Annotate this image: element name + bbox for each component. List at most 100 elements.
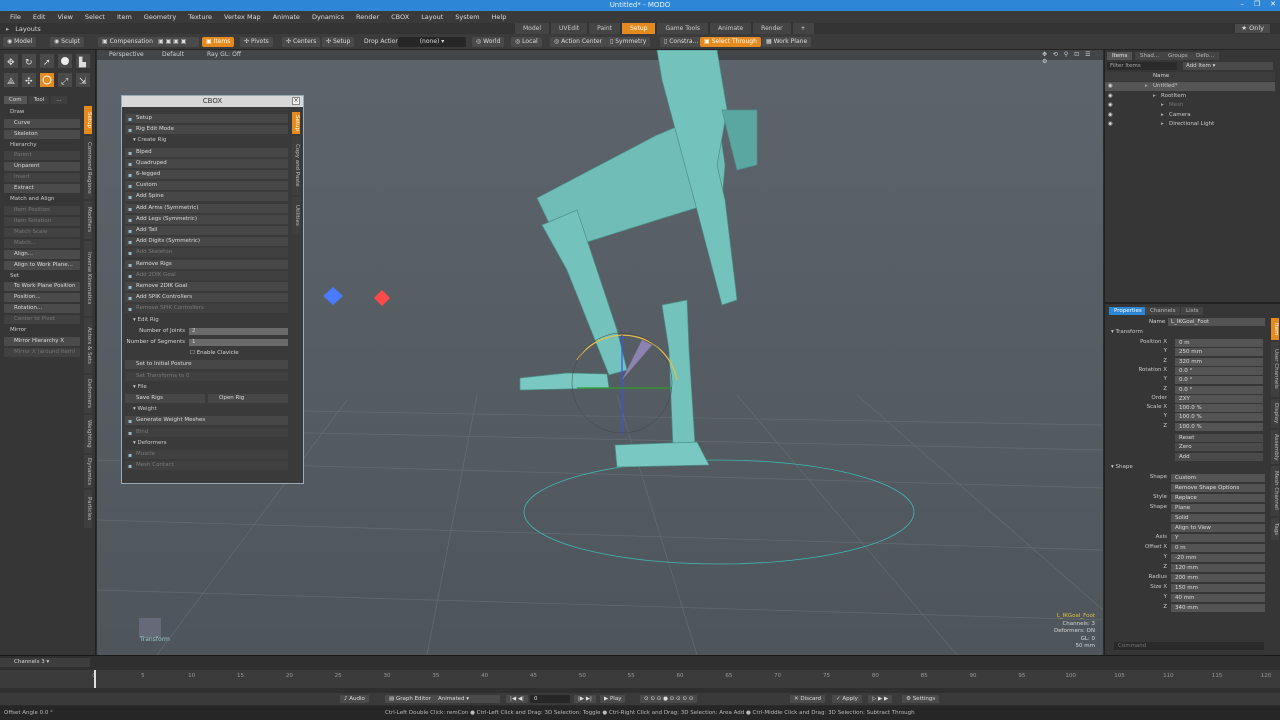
left-vtab-weighting[interactable]: Weighting — [84, 414, 92, 453]
shape-field-plane[interactable]: Plane — [1171, 504, 1265, 512]
transform-reset-button[interactable]: Reset — [1175, 434, 1263, 442]
tree-expand-icon[interactable]: ▸ — [1153, 92, 1156, 101]
cbox-button-quadruped[interactable]: ▪ Quadruped — [125, 158, 288, 168]
cbox-button-add-tail[interactable]: ▪ Add Tail — [125, 226, 288, 235]
menu-animate[interactable]: Animate — [267, 11, 306, 23]
props-vtab-mesh-channel[interactable]: Mesh Channel — [1271, 465, 1279, 516]
cbox-button-remove-2dik-goal[interactable]: ▪ Remove 2DIK Goal — [125, 282, 288, 291]
local-button[interactable]: ◎ Local — [511, 37, 542, 47]
drop-action-select[interactable]: (none) ▾ — [398, 37, 466, 47]
settings-button[interactable]: ⚙ Settings — [902, 695, 940, 703]
left-section-draw[interactable]: Draw — [4, 108, 80, 116]
maximize-icon[interactable]: ❐ — [1254, 0, 1260, 11]
tree-item-directional-light[interactable]: ◉ ▸ Directional Light — [1105, 120, 1275, 129]
channels-dropdown[interactable]: Channels 3 ▾ — [0, 658, 90, 667]
layout-tab-model[interactable]: Model — [515, 23, 550, 34]
tree-expand-icon[interactable]: ▸ — [1161, 111, 1164, 120]
left-button-item-rotation[interactable]: Item Rotation — [4, 216, 80, 226]
menu-texture[interactable]: Texture — [182, 11, 218, 23]
menu-layout[interactable]: Layout — [415, 11, 449, 23]
left-tab-item[interactable]: ... — [51, 96, 67, 104]
command-field[interactable]: Command — [1114, 642, 1264, 650]
cbox-vtab-setup[interactable]: Setup — [292, 112, 300, 134]
layouts-icon[interactable]: ▸ — [6, 25, 9, 33]
left-button-position[interactable]: Position... — [4, 293, 80, 302]
compensation-button[interactable]: ▣ Compensation — [98, 37, 157, 47]
transform-zero-button[interactable]: Zero — [1175, 443, 1263, 452]
item-tab-items[interactable]: Items — [1107, 52, 1133, 60]
model-mode-button[interactable]: ◉ Model — [3, 37, 37, 47]
animated-select[interactable]: Animated ▾ — [434, 695, 500, 703]
left-button-parent[interactable]: Parent — [4, 151, 80, 160]
props-tab-lists[interactable]: Lists — [1181, 307, 1204, 315]
tree-expand-icon[interactable]: ▸ — [1161, 120, 1164, 129]
cbox-button-custom[interactable]: ▪ Custom — [125, 181, 288, 191]
cbox-button-save-rigs[interactable]: Save Rigs — [125, 394, 205, 403]
pivots-mode-button[interactable]: ✣ Pivots — [240, 37, 273, 47]
menu-select[interactable]: Select — [79, 11, 111, 23]
items-mode-button[interactable]: ▣ Items — [202, 37, 235, 47]
visibility-eye-icon[interactable]: ◉ — [1108, 101, 1113, 110]
prop-field-rotation-x[interactable]: 0.0 ° — [1175, 366, 1263, 375]
left-button-unparent[interactable]: Unparent — [4, 162, 80, 171]
audio-button[interactable]: ♪ Audio — [340, 695, 369, 703]
left-button-item-position[interactable]: Item Position — [4, 205, 80, 215]
symmetry-button[interactable]: ▯ Symmetry — [606, 37, 651, 47]
cbox-button-add-2dik-goal[interactable]: ▪ Add 2DIK Goal — [125, 270, 288, 280]
cbox-button-mesh-contact[interactable]: ▪ Mesh Contact — [125, 461, 288, 471]
prop-field-y[interactable]: 0.0 ° — [1175, 376, 1263, 385]
menu-cbox[interactable]: CBOX — [385, 11, 415, 23]
sculpt-mode-button[interactable]: ◉ Sculpt — [50, 37, 84, 47]
setup-mode-button[interactable]: ✣ Setup — [322, 37, 355, 47]
prop-field-z[interactable]: 0.0 ° — [1175, 385, 1263, 394]
left-button-center-to-pivot[interactable]: Center to Pivot — [4, 315, 80, 324]
left-vtab-modifiers[interactable]: Modifiers — [84, 201, 92, 239]
item-tab-groups[interactable]: Groups — [1163, 52, 1193, 60]
panel-divider[interactable] — [1105, 302, 1280, 304]
menu-vertex-map[interactable]: Vertex Map — [218, 11, 267, 23]
layout-tab-animate[interactable]: Animate — [710, 23, 752, 34]
tree-item-mesh[interactable]: ◉ ▸ Mesh — [1105, 101, 1275, 110]
layout-tab-setup[interactable]: Setup — [622, 23, 656, 34]
cbox-button-add-arms-symmetric[interactable]: ▪ Add Arms (Symmetric) — [125, 203, 288, 213]
transform-section-head[interactable]: ▾ Transform — [1111, 329, 1143, 335]
shape-field-150-mm[interactable]: 150 mm — [1171, 584, 1265, 592]
shape-field-0-m[interactable]: 0 m — [1171, 544, 1265, 552]
left-button-mirror-x-around-item[interactable]: Mirror X (around item) — [4, 347, 80, 357]
left-vtab-inverse-kinematics[interactable]: Inverse Kinematics — [84, 240, 92, 317]
props-vtab-assembly[interactable]: Assembly — [1271, 430, 1279, 464]
cbox-close-icon[interactable]: × — [292, 97, 300, 105]
layout-tab-render[interactable]: Render — [753, 23, 791, 34]
left-tab-tool[interactable]: Tool — [28, 96, 50, 104]
cbox-vtab-copy-and-paste[interactable]: Copy and Paste — [292, 136, 300, 195]
minimize-icon[interactable]: – — [1240, 0, 1244, 11]
left-vtab-setup[interactable]: Setup — [84, 106, 92, 134]
left-section-mirror[interactable]: Mirror — [4, 326, 80, 334]
visibility-eye-icon[interactable]: ◉ — [1108, 120, 1113, 129]
apply-button[interactable]: ✓ Apply — [832, 695, 862, 703]
menu-help[interactable]: Help — [486, 11, 513, 23]
discard-button[interactable]: ✕ Discard — [790, 695, 826, 703]
world-button[interactable]: ◎ World — [472, 37, 505, 47]
menu-file[interactable]: File — [4, 11, 27, 23]
cbox-section-create-rig[interactable]: ▾ Create Rig — [125, 136, 288, 145]
cbox-section-file[interactable]: ▾ File — [125, 383, 288, 392]
cbox-field-number-of-joints[interactable]: 2 — [189, 327, 288, 335]
playhead[interactable] — [94, 670, 96, 688]
left-vtab-dynamics[interactable]: Dynamics — [84, 454, 92, 489]
left-button-mirror-hierarchy-x[interactable]: Mirror Hierarchy X — [4, 336, 80, 346]
transport-prev-icons[interactable]: |◀ ◀| — [506, 695, 528, 703]
item-tab-defo[interactable]: Defo... — [1191, 52, 1220, 60]
shape-field-120-mm[interactable]: 120 mm — [1171, 564, 1265, 572]
left-button-align-to-work-plane[interactable]: Align to Work Plane... — [4, 260, 80, 270]
left-section-match-and-align[interactable]: Match and Align — [4, 195, 80, 203]
shape-field-40-mm[interactable]: 40 mm — [1171, 594, 1265, 602]
shape-field-y[interactable]: Y — [1171, 534, 1265, 542]
visibility-eye-icon[interactable]: ◉ — [1108, 111, 1113, 120]
props-vtab-user-channels[interactable]: User Channels — [1271, 342, 1279, 397]
cbox-button-add-digits-symmetric[interactable]: ▪ Add Digits (Symmetric) — [125, 237, 288, 247]
menu-geometry[interactable]: Geometry — [138, 11, 182, 23]
shape-section-head[interactable]: ▾ Shape — [1111, 464, 1133, 470]
menu-dynamics[interactable]: Dynamics — [306, 11, 350, 23]
left-button-skeleton[interactable]: Skeleton — [4, 129, 80, 139]
